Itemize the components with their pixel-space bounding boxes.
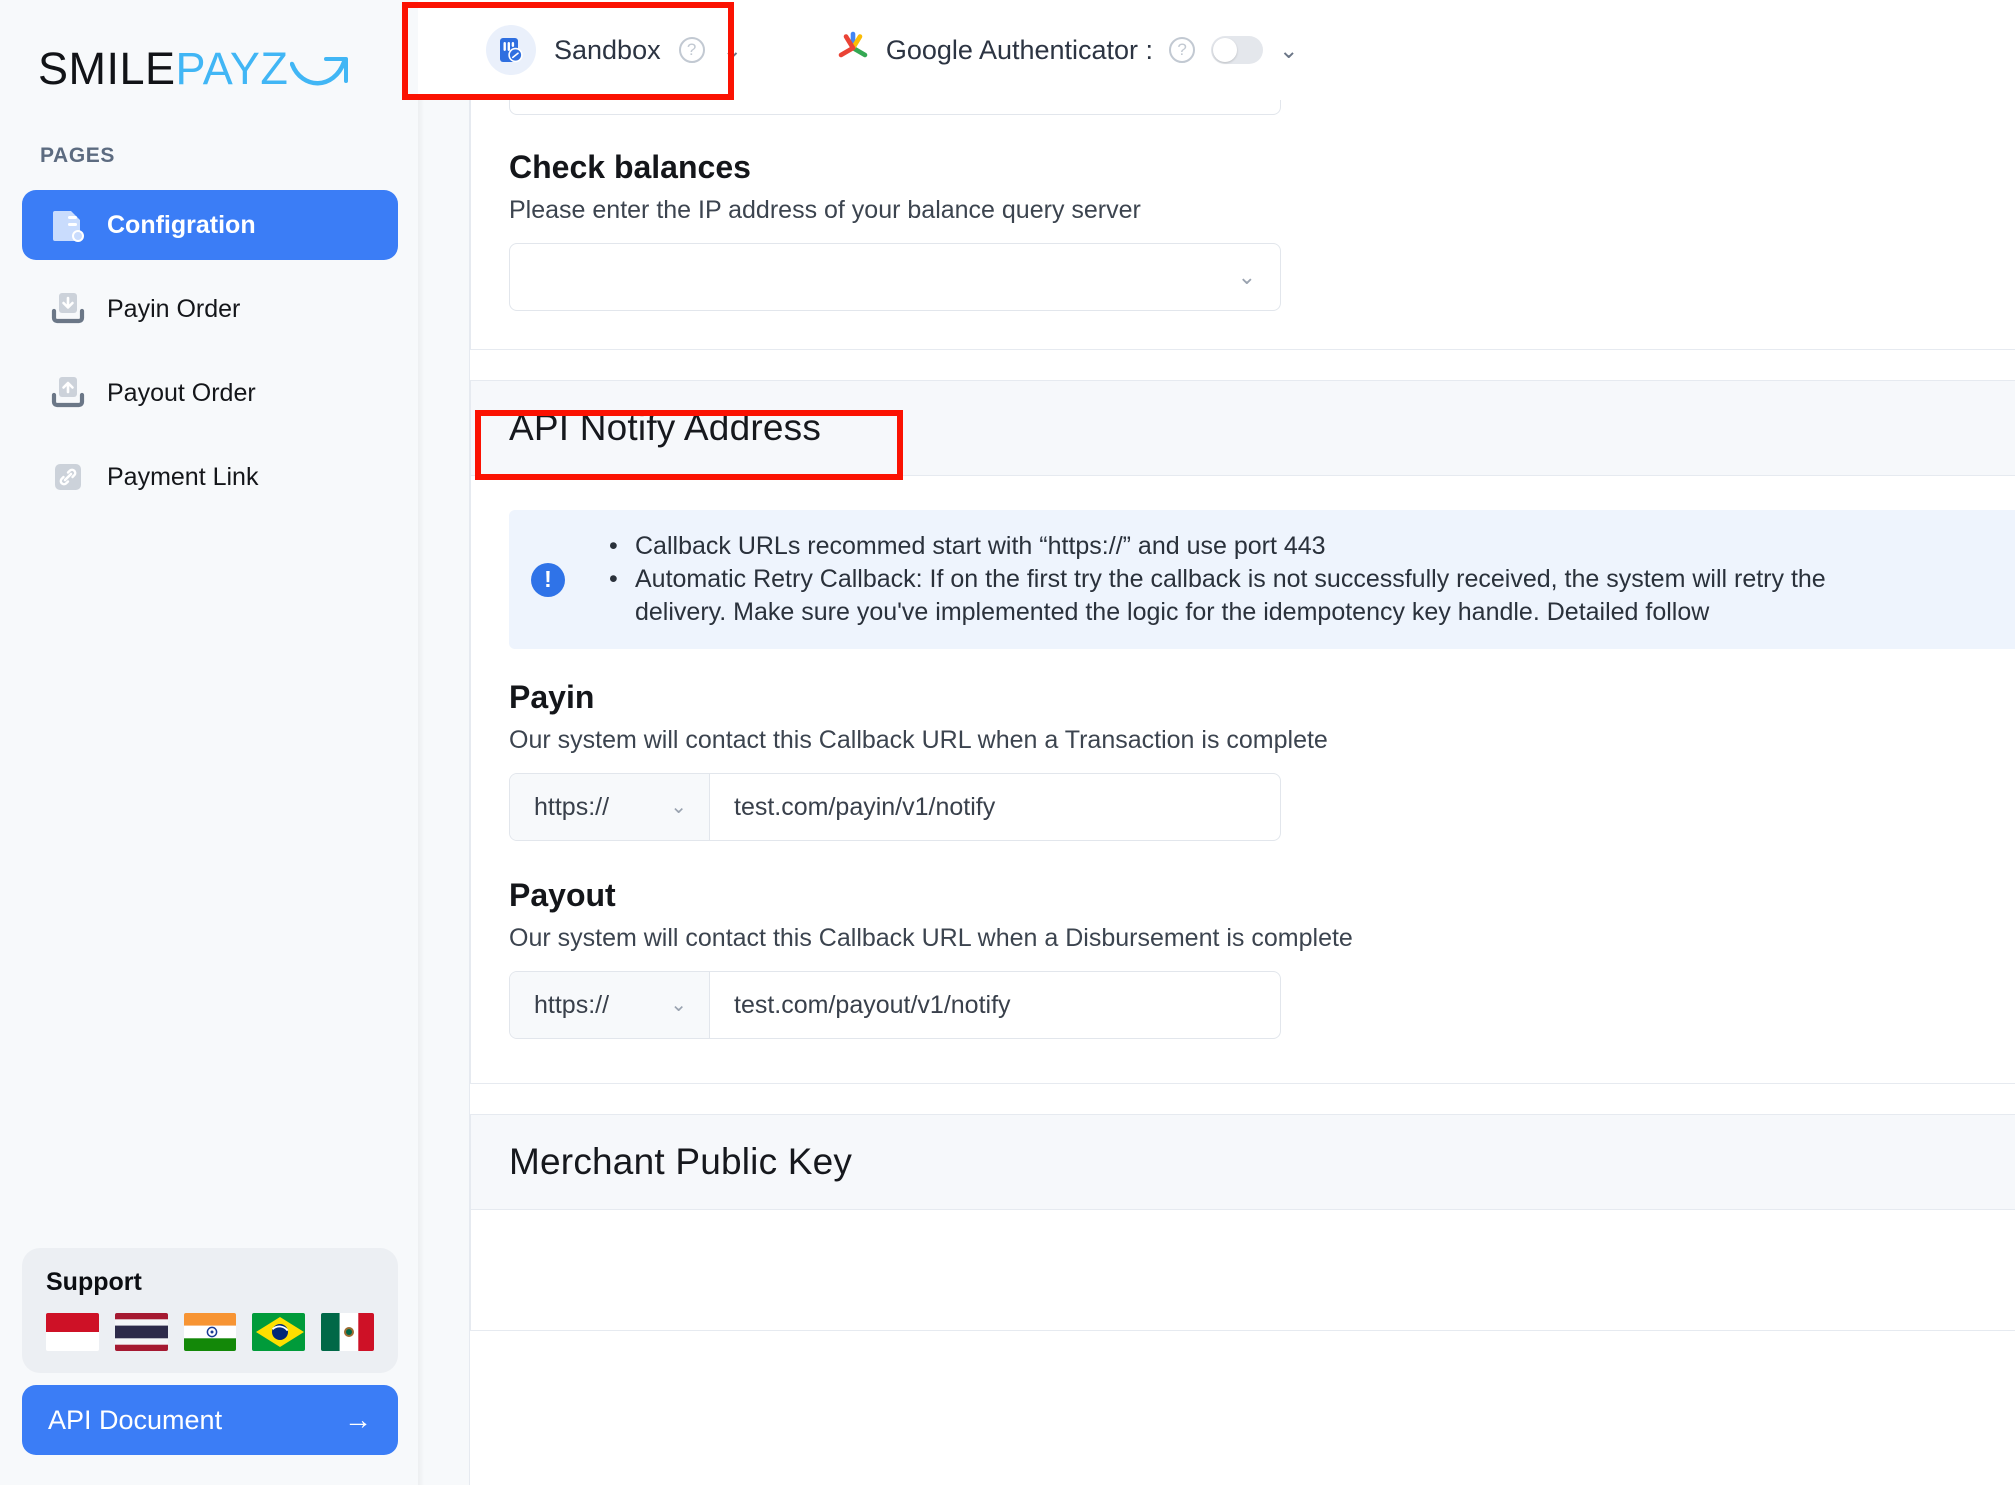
sandbox-icon (486, 25, 536, 75)
payin-title: Payin (509, 679, 595, 715)
tray-upload-icon (46, 371, 90, 415)
sidebar-item-payin-order[interactable]: Payin Order (22, 274, 398, 344)
tray-download-icon (46, 287, 90, 331)
app-root: SMILE PAYZ PAGES Configration Payin Orde… (0, 0, 2015, 1485)
topbar: Sandbox ? ⌄ Google Authenticator : ? ⌄ (418, 0, 2015, 100)
document-config-icon (46, 203, 90, 247)
content-scroll-area: ⌄ Check balances Please enter the IP add… (418, 100, 2015, 1485)
api-notify-address-title: API Notify Address (509, 407, 822, 448)
card-gap (470, 350, 2015, 380)
chevron-down-icon[interactable]: ⌄ (723, 38, 742, 62)
sidebar-item-payout-order[interactable]: Payout Order (22, 358, 398, 428)
sidebar-item-payment-link[interactable]: Payment Link (22, 442, 398, 512)
sidebar-nav: Configration Payin Order Payout Order Pa… (0, 190, 418, 526)
main-area: Sandbox ? ⌄ Google Authenticator : ? ⌄ C… (418, 0, 2015, 1485)
support-title: Support (46, 1268, 142, 1296)
sidebar: SMILE PAYZ PAGES Configration Payin Orde… (0, 0, 418, 1485)
payin-callback-url-group: https:// ⌄ test.com/payin/v1/notify (509, 773, 1281, 841)
check-balances-title: Check balances (509, 149, 751, 185)
help-icon[interactable]: ? (1169, 37, 1196, 63)
google-authenticator-block[interactable]: Google Authenticator : ? ⌄ (836, 31, 1298, 70)
brazil-flag[interactable] (252, 1313, 306, 1351)
merchant-public-key-card: Merchant Public Key (470, 1114, 2015, 1331)
google-authenticator-label: Google Authenticator : (885, 34, 1154, 65)
payout-url-input[interactable]: test.com/payout/v1/notify (710, 972, 1280, 1038)
link-icon (46, 455, 90, 499)
indonesia-flag[interactable] (46, 1313, 99, 1351)
sidebar-item-label: Payin Order (107, 294, 241, 323)
chevron-down-icon: ⌄ (670, 796, 687, 818)
chevron-down-icon: ⌄ (1237, 264, 1256, 289)
logo-text-payz: PAYZ (175, 43, 289, 94)
environment-name: Sandbox (554, 34, 661, 65)
merchant-public-key-body (471, 1210, 2015, 1330)
sidebar-item-label: Payment Link (107, 462, 259, 491)
previous-field-select[interactable]: ⌄ (509, 100, 1281, 115)
help-icon[interactable]: ? (678, 37, 705, 63)
callout-bullet-list: Callback URLs recommed start with “https… (587, 530, 2015, 629)
chevron-down-icon: ⌄ (670, 994, 687, 1016)
payout-scheme-select[interactable]: https:// ⌄ (510, 972, 710, 1038)
environment-selector[interactable]: Sandbox ? ⌄ (480, 17, 748, 83)
payout-help: Our system will contact this Callback UR… (509, 924, 1353, 952)
google-authenticator-toggle[interactable] (1211, 36, 1264, 64)
callout-bullet: Automatic Retry Callback: If on the firs… (609, 563, 2015, 596)
api-document-label: API Document (48, 1404, 223, 1435)
payin-url-input[interactable]: test.com/payin/v1/notify (710, 774, 1280, 840)
payin-help: Our system will contact this Callback UR… (509, 726, 1328, 754)
payin-scheme-value: https:// (534, 792, 610, 821)
api-notify-address-body: ! Callback URLs recommed start with “htt… (471, 476, 2015, 1083)
mexico-flag[interactable] (321, 1313, 374, 1351)
check-balances-ip-select[interactable]: ⌄ (509, 243, 1281, 311)
api-notify-address-card: API Notify Address ! Callback URLs recom… (470, 380, 2015, 1084)
india-flag[interactable] (183, 1313, 237, 1351)
support-flags (46, 1313, 374, 1351)
callout-bullet-continued: delivery. Make sure you've implemented t… (635, 598, 1710, 626)
thailand-flag[interactable] (114, 1313, 168, 1351)
exclamation-mark: ! (531, 562, 565, 597)
support-card: Support (22, 1248, 398, 1373)
chevron-down-icon[interactable]: ⌄ (1279, 38, 1298, 62)
api-notify-address-header: API Notify Address (471, 381, 2015, 476)
merchant-public-key-title: Merchant Public Key (509, 1141, 853, 1182)
logo-swoosh-arrow-icon (290, 50, 352, 99)
arrow-right-icon: → (344, 1404, 372, 1435)
sidebar-item-label: Payout Order (107, 378, 256, 407)
logo-text-smile: SMILE (38, 43, 176, 94)
content-left-rail (418, 100, 470, 1485)
api-document-button[interactable]: API Document → (22, 1385, 398, 1455)
sidebar-section-label: PAGES (40, 144, 115, 167)
payin-scheme-select[interactable]: https:// ⌄ (510, 774, 710, 840)
check-balances-body: ⌄ Check balances Please enter the IP add… (471, 100, 2015, 349)
payout-callback-url-group: https:// ⌄ test.com/payout/v1/notify (509, 971, 1281, 1039)
check-balances-card: ⌄ Check balances Please enter the IP add… (470, 100, 2015, 350)
sidebar-item-configration[interactable]: Configration (22, 190, 398, 260)
sidebar-item-label: Configration (107, 210, 256, 239)
check-balances-help: Please enter the IP address of your bala… (509, 196, 1141, 224)
callout-bullet: Callback URLs recommed start with “https… (609, 530, 2015, 563)
payout-scheme-value: https:// (534, 990, 610, 1019)
google-authenticator-icon (836, 31, 870, 70)
card-gap (470, 1084, 2015, 1114)
info-exclamation-icon: ! (509, 562, 587, 597)
callback-info-callout: ! Callback URLs recommed start with “htt… (509, 510, 2015, 649)
toggle-knob (1213, 38, 1238, 62)
content-panes: ⌄ Check balances Please enter the IP add… (470, 100, 2015, 1485)
payout-title: Payout (509, 877, 616, 913)
merchant-public-key-header: Merchant Public Key (471, 1115, 2015, 1210)
brand-logo[interactable]: SMILE PAYZ (0, 0, 418, 126)
